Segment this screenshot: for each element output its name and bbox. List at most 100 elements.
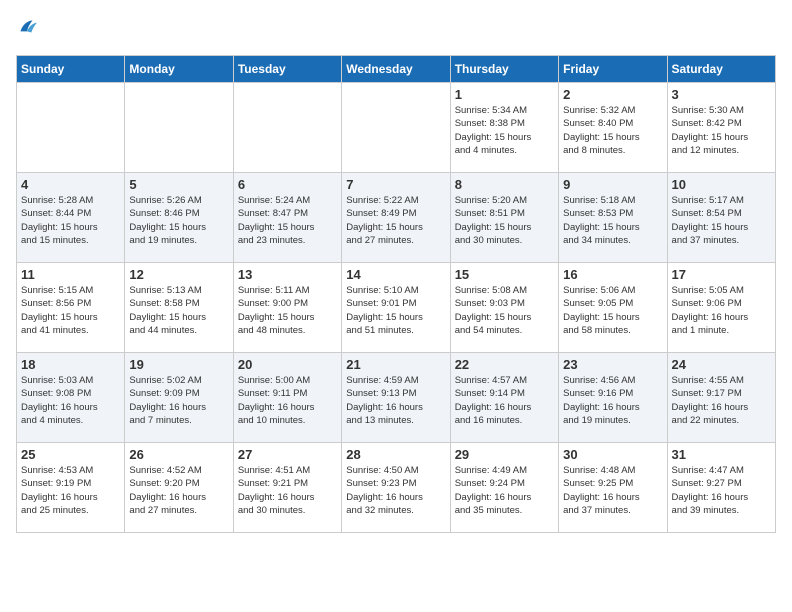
- day-number: 24: [672, 357, 771, 372]
- day-number: 16: [563, 267, 662, 282]
- calendar-cell: 19 Sunrise: 5:02 AM Sunset: 9:09 PM Dayli…: [125, 353, 233, 443]
- day-info: Sunrise: 5:13 AM Sunset: 8:58 PM Dayligh…: [129, 284, 228, 337]
- calendar-header: SundayMondayTuesdayWednesdayThursdayFrid…: [17, 56, 776, 83]
- calendar-cell: 30Sunrise: 4:48 AM Sunset: 9:25 PM Dayli…: [559, 443, 667, 533]
- calendar-week-row: 25 Sunrise: 4:53 AM Sunset: 9:19 PM Dayli…: [17, 443, 776, 533]
- day-number: 7: [346, 177, 445, 192]
- day-number: 11: [21, 267, 120, 282]
- day-info: Sunrise: 4:56 AM Sunset: 9:16 PM Dayligh…: [563, 374, 662, 427]
- calendar-cell: 15 Sunrise: 5:08 AM Sunset: 9:03 PM Dayli…: [450, 263, 558, 353]
- calendar-week-row: 1 Sunrise: 5:34 AM Sunset: 8:38 PM Daylig…: [17, 83, 776, 173]
- calendar-body: 1 Sunrise: 5:34 AM Sunset: 8:38 PM Daylig…: [17, 83, 776, 533]
- day-number: 13: [238, 267, 337, 282]
- day-number: 28: [346, 447, 445, 462]
- calendar-cell: 10Sunrise: 5:17 AM Sunset: 8:54 PM Dayli…: [667, 173, 775, 263]
- day-number: 31: [672, 447, 771, 462]
- day-info: Sunrise: 5:34 AM Sunset: 8:38 PM Dayligh…: [455, 104, 554, 157]
- day-of-week-header: Saturday: [667, 56, 775, 83]
- day-info: Sunrise: 4:51 AM Sunset: 9:21 PM Dayligh…: [238, 464, 337, 517]
- calendar-week-row: 11 Sunrise: 5:15 AM Sunset: 8:56 PM Dayli…: [17, 263, 776, 353]
- day-number: 14: [346, 267, 445, 282]
- day-number: 6: [238, 177, 337, 192]
- calendar-cell: 2 Sunrise: 5:32 AM Sunset: 8:40 PM Daylig…: [559, 83, 667, 173]
- day-info: Sunrise: 4:52 AM Sunset: 9:20 PM Dayligh…: [129, 464, 228, 517]
- calendar-cell: 27 Sunrise: 4:51 AM Sunset: 9:21 PM Dayli…: [233, 443, 341, 533]
- calendar-cell: 6 Sunrise: 5:24 AM Sunset: 8:47 PM Daylig…: [233, 173, 341, 263]
- day-info: Sunrise: 4:59 AM Sunset: 9:13 PM Dayligh…: [346, 374, 445, 427]
- day-number: 21: [346, 357, 445, 372]
- day-of-week-header: Tuesday: [233, 56, 341, 83]
- day-info: Sunrise: 5:02 AM Sunset: 9:09 PM Dayligh…: [129, 374, 228, 427]
- day-number: 18: [21, 357, 120, 372]
- day-info: Sunrise: 5:26 AM Sunset: 8:46 PM Dayligh…: [129, 194, 228, 247]
- day-info: Sunrise: 5:08 AM Sunset: 9:03 PM Dayligh…: [455, 284, 554, 337]
- day-number: 27: [238, 447, 337, 462]
- days-of-week-row: SundayMondayTuesdayWednesdayThursdayFrid…: [17, 56, 776, 83]
- day-number: 12: [129, 267, 228, 282]
- day-info: Sunrise: 5:00 AM Sunset: 9:11 PM Dayligh…: [238, 374, 337, 427]
- calendar-week-row: 4Sunrise: 5:28 AM Sunset: 8:44 PM Daylig…: [17, 173, 776, 263]
- calendar-cell: 14 Sunrise: 5:10 AM Sunset: 9:01 PM Dayli…: [342, 263, 450, 353]
- calendar-cell: 22 Sunrise: 4:57 AM Sunset: 9:14 PM Dayli…: [450, 353, 558, 443]
- day-number: 1: [455, 87, 554, 102]
- calendar-cell: 7 Sunrise: 5:22 AM Sunset: 8:49 PM Daylig…: [342, 173, 450, 263]
- calendar-cell: [342, 83, 450, 173]
- day-info: Sunrise: 4:57 AM Sunset: 9:14 PM Dayligh…: [455, 374, 554, 427]
- day-of-week-header: Sunday: [17, 56, 125, 83]
- day-number: 30: [563, 447, 662, 462]
- calendar-table: SundayMondayTuesdayWednesdayThursdayFrid…: [16, 55, 776, 533]
- calendar-cell: 20 Sunrise: 5:00 AM Sunset: 9:11 PM Dayli…: [233, 353, 341, 443]
- day-info: Sunrise: 5:18 AM Sunset: 8:53 PM Dayligh…: [563, 194, 662, 247]
- calendar-cell: 9 Sunrise: 5:18 AM Sunset: 8:53 PM Daylig…: [559, 173, 667, 263]
- day-of-week-header: Friday: [559, 56, 667, 83]
- calendar-cell: 18Sunrise: 5:03 AM Sunset: 9:08 PM Dayli…: [17, 353, 125, 443]
- logo-icon: [16, 16, 38, 38]
- calendar-cell: 13 Sunrise: 5:11 AM Sunset: 9:00 PM Dayli…: [233, 263, 341, 353]
- day-number: 9: [563, 177, 662, 192]
- day-info: Sunrise: 5:32 AM Sunset: 8:40 PM Dayligh…: [563, 104, 662, 157]
- day-of-week-header: Monday: [125, 56, 233, 83]
- calendar-cell: 23 Sunrise: 4:56 AM Sunset: 9:16 PM Dayli…: [559, 353, 667, 443]
- day-info: Sunrise: 5:24 AM Sunset: 8:47 PM Dayligh…: [238, 194, 337, 247]
- day-number: 19: [129, 357, 228, 372]
- day-info: Sunrise: 5:10 AM Sunset: 9:01 PM Dayligh…: [346, 284, 445, 337]
- calendar-cell: 16 Sunrise: 5:06 AM Sunset: 9:05 PM Dayli…: [559, 263, 667, 353]
- calendar-cell: 12 Sunrise: 5:13 AM Sunset: 8:58 PM Dayli…: [125, 263, 233, 353]
- day-info: Sunrise: 5:05 AM Sunset: 9:06 PM Dayligh…: [672, 284, 771, 337]
- day-info: Sunrise: 5:06 AM Sunset: 9:05 PM Dayligh…: [563, 284, 662, 337]
- logo: [16, 16, 42, 43]
- day-number: 29: [455, 447, 554, 462]
- day-of-week-header: Thursday: [450, 56, 558, 83]
- calendar-cell: 8Sunrise: 5:20 AM Sunset: 8:51 PM Daylig…: [450, 173, 558, 263]
- day-info: Sunrise: 4:53 AM Sunset: 9:19 PM Dayligh…: [21, 464, 120, 517]
- day-info: Sunrise: 4:50 AM Sunset: 9:23 PM Dayligh…: [346, 464, 445, 517]
- day-number: 25: [21, 447, 120, 462]
- calendar-cell: 17 Sunrise: 5:05 AM Sunset: 9:06 PM Dayli…: [667, 263, 775, 353]
- day-number: 22: [455, 357, 554, 372]
- day-number: 23: [563, 357, 662, 372]
- calendar-cell: 21 Sunrise: 4:59 AM Sunset: 9:13 PM Dayli…: [342, 353, 450, 443]
- calendar-cell: 3Sunrise: 5:30 AM Sunset: 8:42 PM Daylig…: [667, 83, 775, 173]
- day-of-week-header: Wednesday: [342, 56, 450, 83]
- day-info: Sunrise: 5:15 AM Sunset: 8:56 PM Dayligh…: [21, 284, 120, 337]
- day-number: 20: [238, 357, 337, 372]
- day-info: Sunrise: 5:11 AM Sunset: 9:00 PM Dayligh…: [238, 284, 337, 337]
- day-number: 10: [672, 177, 771, 192]
- calendar-cell: 29Sunrise: 4:49 AM Sunset: 9:24 PM Dayli…: [450, 443, 558, 533]
- day-info: Sunrise: 5:28 AM Sunset: 8:44 PM Dayligh…: [21, 194, 120, 247]
- calendar-cell: 31Sunrise: 4:47 AM Sunset: 9:27 PM Dayli…: [667, 443, 775, 533]
- day-number: 5: [129, 177, 228, 192]
- day-number: 8: [455, 177, 554, 192]
- calendar-cell: [125, 83, 233, 173]
- calendar-cell: [233, 83, 341, 173]
- calendar-cell: 26 Sunrise: 4:52 AM Sunset: 9:20 PM Dayli…: [125, 443, 233, 533]
- day-info: Sunrise: 5:22 AM Sunset: 8:49 PM Dayligh…: [346, 194, 445, 247]
- day-info: Sunrise: 5:30 AM Sunset: 8:42 PM Dayligh…: [672, 104, 771, 157]
- calendar-cell: 1 Sunrise: 5:34 AM Sunset: 8:38 PM Daylig…: [450, 83, 558, 173]
- calendar-week-row: 18Sunrise: 5:03 AM Sunset: 9:08 PM Dayli…: [17, 353, 776, 443]
- day-number: 17: [672, 267, 771, 282]
- day-number: 2: [563, 87, 662, 102]
- day-number: 26: [129, 447, 228, 462]
- day-number: 15: [455, 267, 554, 282]
- calendar-cell: 4Sunrise: 5:28 AM Sunset: 8:44 PM Daylig…: [17, 173, 125, 263]
